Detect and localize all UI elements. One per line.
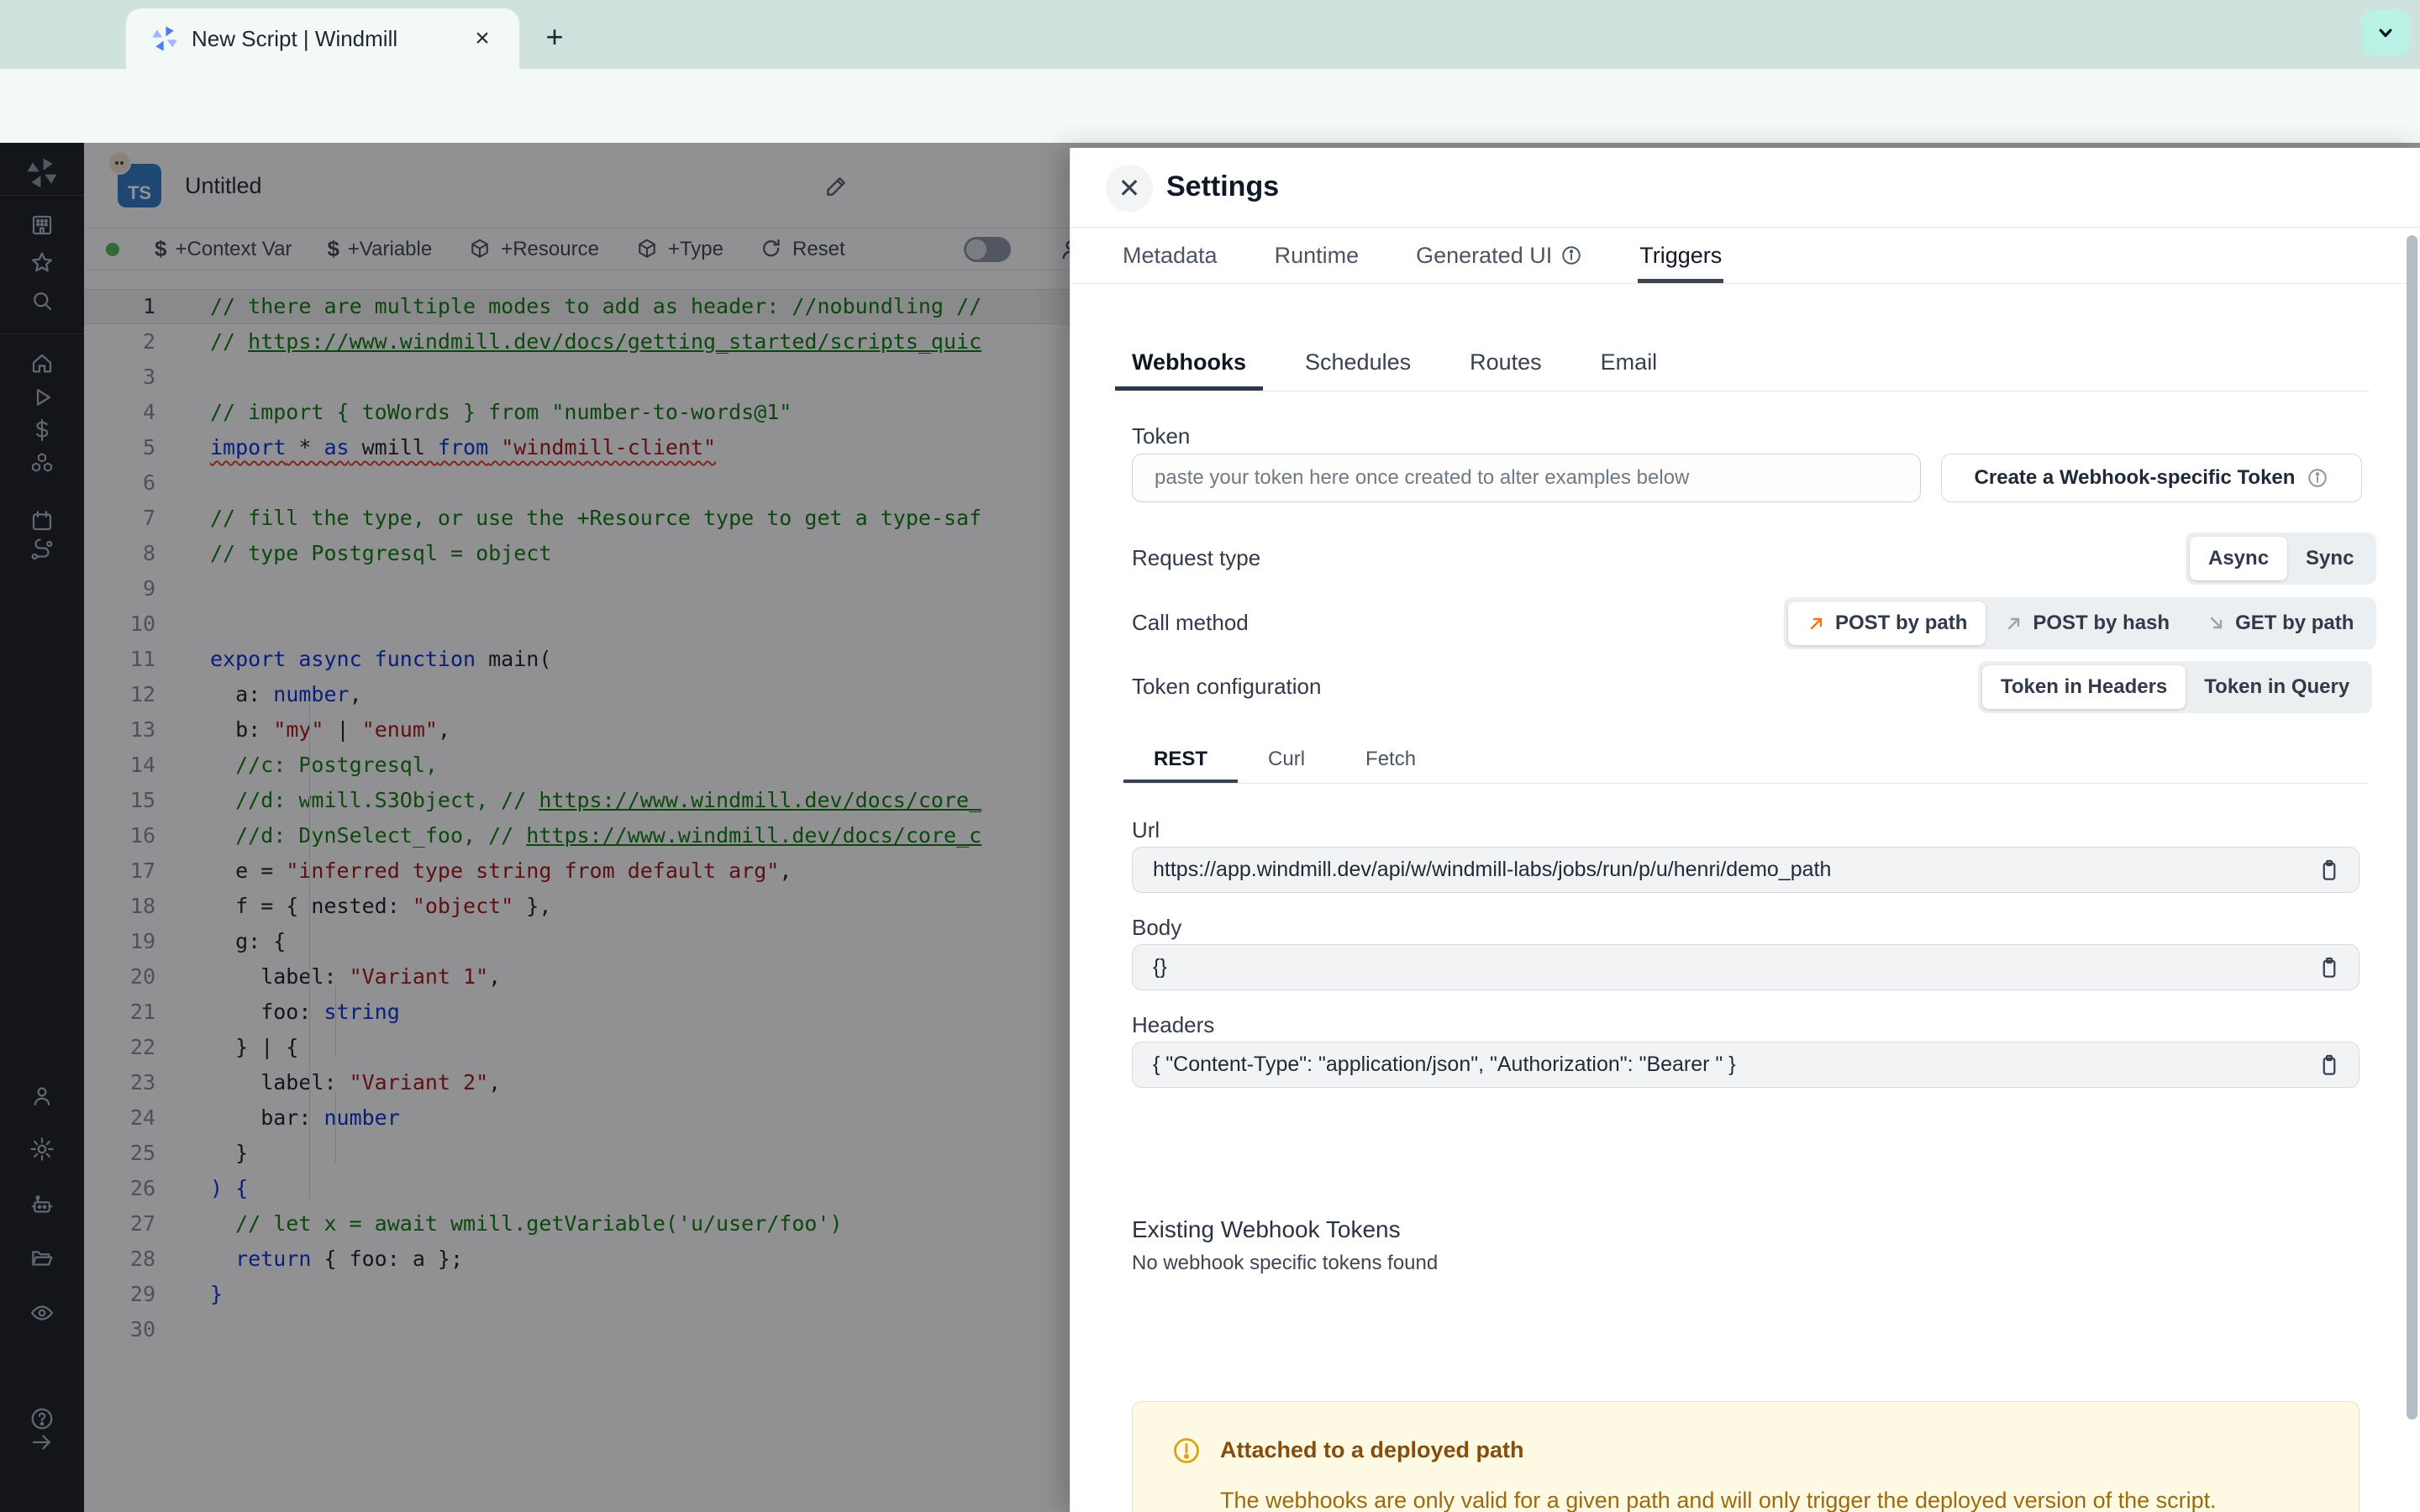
windmill-favicon	[151, 25, 178, 52]
segment-sync[interactable]: Sync	[2287, 537, 2372, 580]
tab-email[interactable]: Email	[1584, 334, 1675, 391]
copy-icon[interactable]	[2317, 858, 2342, 883]
tab-webhooks[interactable]: Webhooks	[1115, 334, 1263, 391]
copy-icon[interactable]	[2317, 1053, 2342, 1078]
existing-tokens-empty: No webhook specific tokens found	[1132, 1252, 1439, 1274]
browser-tab[interactable]: New Script | Windmill ×	[126, 8, 519, 69]
existing-tokens-title: Existing Webhook Tokens	[1132, 1216, 1401, 1242]
warning-body: The webhooks are only valid for a given …	[1220, 1488, 2217, 1512]
alert-circle-icon	[1171, 1436, 1202, 1466]
token-label: Token	[1132, 423, 1191, 449]
drawer-title: Settings	[1166, 171, 1280, 202]
segment-get-by-path[interactable]: GET by path	[2188, 601, 2372, 645]
tab-triggers[interactable]: Triggers	[1638, 228, 1723, 283]
settings-tabs: Metadata Runtime Generated UI Triggers	[1071, 228, 2420, 284]
call-method-label: Call method	[1132, 610, 1249, 635]
close-drawer-button[interactable]: ✕	[1106, 165, 1153, 212]
body-value: {}	[1153, 955, 1167, 979]
tab-label: Schedules	[1305, 349, 1412, 375]
trigger-tabs: Webhooks Schedules Routes Email	[1115, 334, 2370, 391]
url-value: https://app.windmill.dev/api/w/windmill-…	[1153, 858, 1832, 881]
token-placeholder: paste your token here once created to al…	[1155, 466, 1690, 489]
segment-post-by-hash[interactable]: POST by hash	[1986, 601, 2188, 645]
browser-titlebar: New Script | Windmill × +	[0, 0, 2420, 69]
headers-label: Headers	[1132, 1012, 1215, 1037]
tab-label: Routes	[1470, 349, 1542, 375]
deployed-path-warning: Attached to a deployed path The webhooks…	[1132, 1401, 2360, 1512]
info-icon	[1560, 244, 1582, 266]
body-field: {}	[1132, 944, 2360, 990]
url-label: Url	[1132, 817, 1160, 843]
tab-label: Fetch	[1365, 748, 1417, 770]
tab-label: Email	[1600, 349, 1658, 375]
tab-curl[interactable]: Curl	[1238, 736, 1335, 783]
close-icon: ✕	[1118, 173, 1141, 203]
segment-label: Sync	[2306, 547, 2354, 570]
segment-label: POST by path	[1835, 612, 1968, 634]
body-label: Body	[1132, 915, 1182, 940]
tab-metadata[interactable]: Metadata	[1121, 228, 1219, 283]
segment-label: GET by path	[2235, 612, 2354, 634]
tab-generated-ui[interactable]: Generated UI	[1414, 228, 1584, 283]
token-input[interactable]: paste your token here once created to al…	[1132, 454, 1921, 502]
headers-value: { "Content-Type": "application/json", "A…	[1153, 1053, 1736, 1076]
info-icon	[2307, 467, 2328, 489]
segment-token-in-headers[interactable]: Token in Headers	[1982, 665, 2186, 709]
segment-async[interactable]: Async	[2190, 537, 2288, 580]
tab-fetch[interactable]: Fetch	[1335, 736, 1446, 783]
segment-token-in-query[interactable]: Token in Query	[2186, 665, 2368, 709]
warning-title: Attached to a deployed path	[1220, 1437, 1524, 1462]
new-tab-button[interactable]: +	[534, 17, 575, 57]
create-webhook-token-button[interactable]: Create a Webhook-specific Token	[1941, 454, 2362, 502]
copy-icon[interactable]	[2317, 955, 2342, 980]
tab-close-icon[interactable]: ×	[466, 22, 499, 55]
segment-label: Async	[2208, 547, 2270, 570]
segment-label: Token in Headers	[2001, 675, 2168, 698]
example-tabs: REST Curl Fetch	[1123, 736, 2370, 784]
arrow-up-right-icon	[2008, 617, 2020, 630]
tab-title: New Script | Windmill	[192, 25, 398, 51]
tab-label: Generated UI	[1416, 242, 1553, 268]
request-type-label: Request type	[1132, 545, 1261, 570]
segment-label: POST by hash	[2033, 612, 2170, 634]
tab-routes[interactable]: Routes	[1453, 334, 1559, 391]
screen: New Script | Windmill × + app.windmill.d…	[0, 0, 2420, 1512]
tab-schedules[interactable]: Schedules	[1288, 334, 1428, 391]
segment-label: Token in Query	[2204, 675, 2350, 698]
tab-label: Runtime	[1274, 242, 1360, 268]
browser-toolbar: app.windmill.dev/scripts/add#JTdCJTIyaGF…	[0, 69, 2420, 201]
url-field: https://app.windmill.dev/api/w/windmill-…	[1132, 847, 2360, 893]
tab-label: Curl	[1268, 748, 1306, 770]
segment-post-by-path[interactable]: POST by path	[1788, 601, 1986, 645]
windmill-app: TS Untitled $ +Context Var $ +Variable +…	[0, 143, 2420, 1512]
window-chevron-button[interactable]	[2361, 10, 2410, 55]
call-method-segmented: POST by path POST by hash GET by path	[1784, 597, 2377, 649]
tab-runtime[interactable]: Runtime	[1273, 228, 1361, 283]
tab-label: Webhooks	[1132, 349, 1247, 375]
tab-label: Triggers	[1639, 242, 1723, 268]
token-config-label: Token configuration	[1132, 674, 1322, 699]
chevron-down-icon	[2374, 21, 2397, 45]
token-config-segmented: Token in Headers Token in Query	[1978, 661, 2373, 713]
headers-field: { "Content-Type": "application/json", "A…	[1132, 1042, 2360, 1088]
request-type-segmented: Async Sync	[2186, 533, 2377, 585]
arrow-down-right-icon	[2210, 617, 2223, 629]
tab-rest[interactable]: REST	[1123, 736, 1238, 783]
settings-drawer: ✕ Settings Metadata Runtime Generated UI Tr…	[1070, 148, 2420, 1512]
tab-label: REST	[1154, 748, 1208, 770]
tab-label: Metadata	[1123, 242, 1218, 268]
arrow-up-right-icon	[1810, 617, 1823, 630]
drawer-scrollbar[interactable]	[2407, 235, 2417, 1420]
